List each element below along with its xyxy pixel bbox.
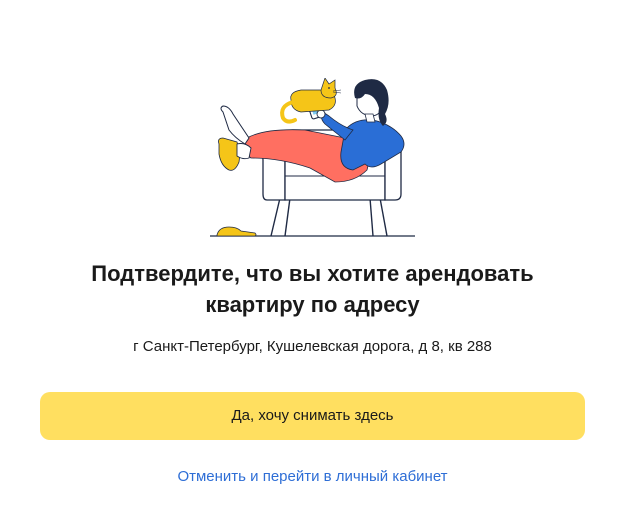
confirm-rental-page: Подтвердите, что вы хотите арендовать кв…: [0, 0, 625, 511]
confirm-rent-button[interactable]: Да, хочу снимать здесь: [40, 392, 585, 440]
apartment-address: г Санкт-Петербург, Кушелевская дорога, д…: [133, 338, 492, 355]
relaxing-woman-illustration: [210, 78, 415, 237]
slipper-on-foot: [218, 137, 241, 171]
cancel-and-go-to-account-link[interactable]: Отменить и перейти в личный кабинет: [0, 466, 625, 488]
chair-leg-right: [379, 197, 388, 237]
page-title: Подтвердите, что вы хотите арендовать кв…: [0, 258, 625, 320]
chair-leg-left-back: [284, 197, 291, 237]
hand: [316, 109, 326, 119]
lower-foot: [236, 143, 252, 160]
title-line-2: квартиру по адресу: [205, 292, 420, 317]
title-line-1: Подтвердите, что вы хотите арендовать: [91, 261, 534, 286]
chair-leg-right-back: [369, 197, 374, 237]
neck: [364, 113, 376, 123]
chair-leg-left: [270, 197, 281, 237]
cat-eye: [328, 87, 330, 89]
slipper-on-floor: [216, 226, 257, 237]
